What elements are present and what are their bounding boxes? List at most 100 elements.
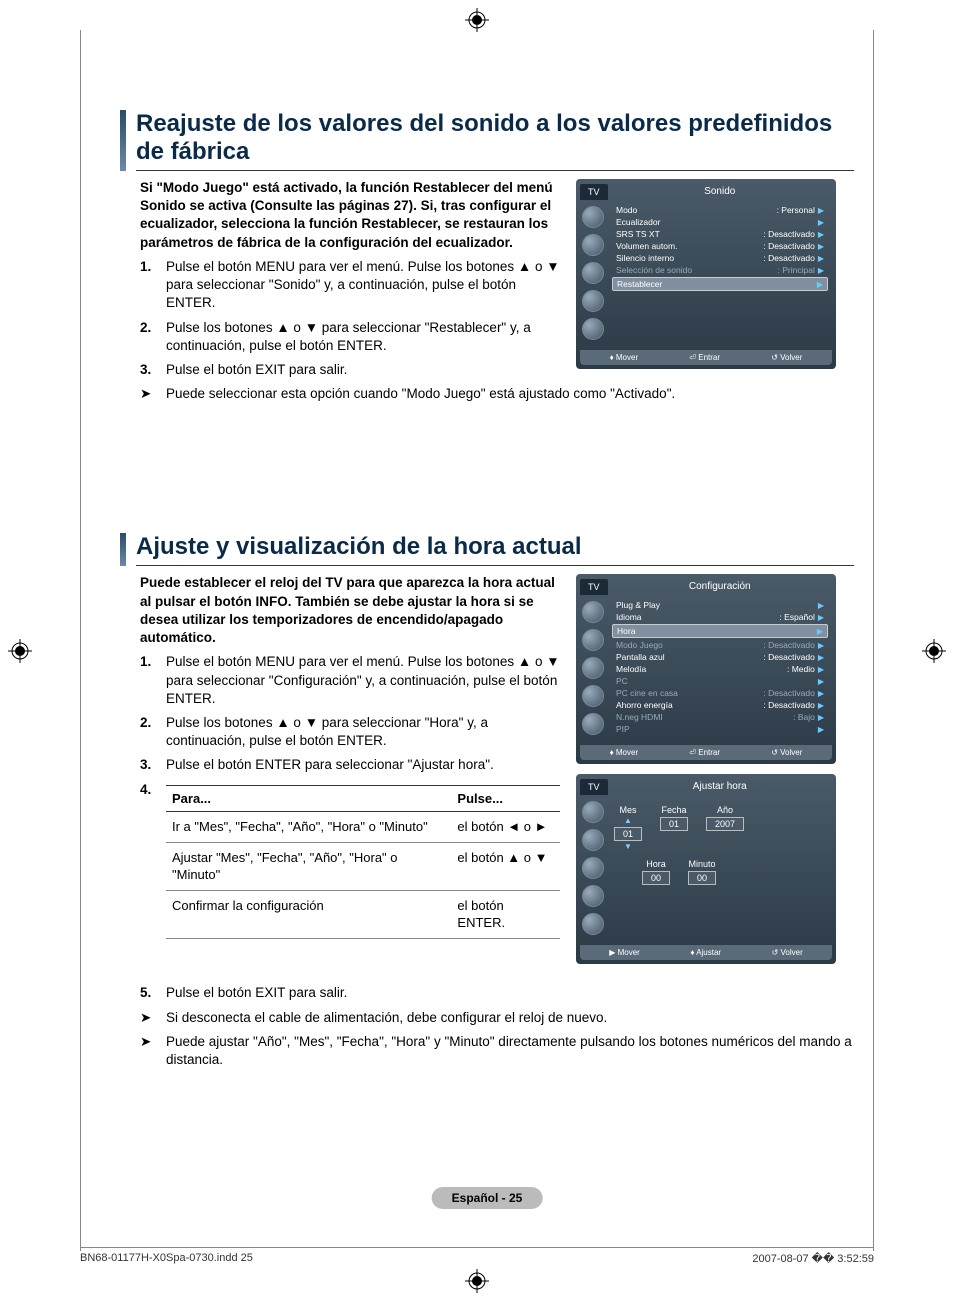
note-arrow-icon: ➤ (140, 1033, 158, 1069)
table-cell: el botón ▲ o ▼ (451, 842, 560, 890)
section2-note1: Si desconecta el cable de alimentación, … (166, 1009, 607, 1027)
print-date: 2007-08-07 �� 3:52:59 (752, 1252, 874, 1265)
osd-category-icon (582, 801, 604, 823)
note-arrow-icon: ➤ (140, 385, 158, 403)
clock-label-hora: Hora (646, 859, 666, 869)
osd-category-icon (582, 318, 604, 340)
osd-row: N.neg HDMI: Bajo▶ (614, 711, 826, 723)
osd-category-icon (582, 206, 604, 228)
clock-label-minuto: Minuto (689, 859, 716, 869)
print-file: BN68-01177H-X0Spa-0730.indd 25 (80, 1252, 253, 1265)
osd-tv-label: TV (580, 579, 608, 595)
registration-mark-right (920, 637, 948, 665)
step-number: 4. (140, 781, 158, 939)
osd-foot-entrar: ⏎ Entrar (689, 748, 720, 757)
heading-bar (120, 110, 126, 171)
osd-row: SRS TS XT: Desactivado▶ (614, 228, 826, 240)
step-number: 5. (140, 984, 158, 1002)
osd-config-panel: TV Configuración Plug & Play▶Idioma: Esp… (576, 574, 836, 764)
registration-mark-left (6, 637, 34, 665)
osd-row: Idioma: Español▶ (614, 611, 826, 623)
section2-step3: Pulse el botón ENTER para seleccionar "A… (166, 756, 494, 774)
osd-foot-mover: ♦ Mover (610, 353, 639, 362)
clock-val-ano: 2007 (706, 817, 744, 831)
osd-foot-ajustar: ♦ Ajustar (690, 948, 721, 957)
section1-step2: Pulse los botones ▲ o ▼ para seleccionar… (166, 319, 560, 355)
osd-row: Plug & Play▶ (614, 599, 826, 611)
osd-row: Modo Juego: Desactivado▶ (614, 639, 826, 651)
osd-config-title: Configuración (608, 578, 832, 595)
osd-sound-panel: TV Sonido Modo: Personal▶Ecualizador▶SRS… (576, 179, 836, 369)
osd-category-icon (582, 601, 604, 623)
section2-title: Ajuste y visualización de la hora actual (136, 533, 854, 566)
step-number: 1. (140, 653, 158, 708)
osd-tv-label: TV (580, 779, 608, 795)
osd-row: PC cine en casa: Desactivado▶ (614, 687, 826, 699)
section1-intro: Si "Modo Juego" está activado, la funció… (120, 179, 560, 252)
section1-step1: Pulse el botón MENU para ver el menú. Pu… (166, 258, 560, 313)
clock-val-minuto: 00 (688, 871, 716, 885)
clock-val-hora: 00 (642, 871, 670, 885)
osd-row: PIP▶ (614, 723, 826, 735)
osd-category-icon (582, 262, 604, 284)
clock-label-ano: Año (717, 805, 733, 815)
osd-foot-mover: ▶ Mover (609, 948, 640, 957)
osd-row: PC▶ (614, 675, 826, 687)
table-cell: el botón ◄ o ► (451, 812, 560, 843)
page-number-badge: Español - 25 (432, 1187, 543, 1209)
section1-note: Puede seleccionar esta opción cuando "Mo… (166, 385, 675, 403)
osd-foot-mover: ♦ Mover (610, 748, 639, 757)
osd-category-icon (582, 857, 604, 879)
clock-label-mes: Mes (620, 805, 637, 815)
osd-row: Restablecer▶ (612, 277, 828, 291)
section2-step2: Pulse los botones ▲ o ▼ para seleccionar… (166, 714, 560, 750)
section2-step5: Pulse el botón EXIT para salir. (166, 984, 347, 1002)
clock-label-fecha: Fecha (662, 805, 687, 815)
osd-clock-panel: TV Ajustar hora (576, 774, 836, 964)
section2-note2: Puede ajustar "Año", "Mes", "Fecha", "Ho… (166, 1033, 854, 1069)
table-head-pulse: Pulse... (451, 785, 560, 812)
guide-line-right (873, 30, 874, 1251)
print-footer: BN68-01177H-X0Spa-0730.indd 25 2007-08-0… (80, 1247, 874, 1265)
osd-row: Hora▶ (612, 624, 828, 638)
osd-category-icon (582, 713, 604, 735)
osd-category-icon (582, 629, 604, 651)
section2-step1: Pulse el botón MENU para ver el menú. Pu… (166, 653, 560, 708)
section2-intro: Puede establecer el reloj del TV para qu… (120, 574, 560, 647)
clock-val-mes: 01 (614, 827, 642, 841)
osd-foot-entrar: ⏎ Entrar (689, 353, 720, 362)
osd-row: Melodía: Medio▶ (614, 663, 826, 675)
osd-tv-label: TV (580, 184, 608, 200)
table-head-para: Para... (166, 785, 451, 812)
osd-category-icon (582, 885, 604, 907)
table-cell: Confirmar la configuración (166, 890, 451, 938)
osd-foot-volver: ↺ Volver (771, 748, 802, 757)
step-number: 3. (140, 361, 158, 379)
osd-category-icon (582, 829, 604, 851)
press-table: Para...Pulse... Ir a "Mes", "Fecha", "Añ… (166, 785, 560, 939)
clock-val-fecha: 01 (660, 817, 688, 831)
table-cell: Ir a "Mes", "Fecha", "Año", "Hora" o "Mi… (166, 812, 451, 843)
table-cell: el botón ENTER. (451, 890, 560, 938)
registration-mark-top (463, 6, 491, 34)
osd-foot-volver: ↺ Volver (771, 353, 802, 362)
osd-category-icon (582, 913, 604, 935)
step-number: 3. (140, 756, 158, 774)
down-arrow-icon: ▼ (624, 843, 632, 851)
step-number: 1. (140, 258, 158, 313)
osd-category-icon (582, 657, 604, 679)
osd-category-icon (582, 234, 604, 256)
osd-row: Volumen autom.: Desactivado▶ (614, 240, 826, 252)
up-arrow-icon: ▲ (624, 817, 632, 825)
osd-row: Ahorro energía: Desactivado▶ (614, 699, 826, 711)
osd-clock-title: Ajustar hora (608, 778, 832, 795)
section1-title: Reajuste de los valores del sonido a los… (136, 110, 854, 171)
section1-heading: Reajuste de los valores del sonido a los… (120, 110, 854, 171)
osd-row: Modo: Personal▶ (614, 204, 826, 216)
section2-heading: Ajuste y visualización de la hora actual (120, 533, 854, 566)
registration-mark-bottom (463, 1267, 491, 1295)
step-number: 2. (140, 319, 158, 355)
osd-row: Selección de sonido: Principal▶ (614, 264, 826, 276)
osd-sound-title: Sonido (608, 183, 832, 200)
osd-category-icon (582, 685, 604, 707)
